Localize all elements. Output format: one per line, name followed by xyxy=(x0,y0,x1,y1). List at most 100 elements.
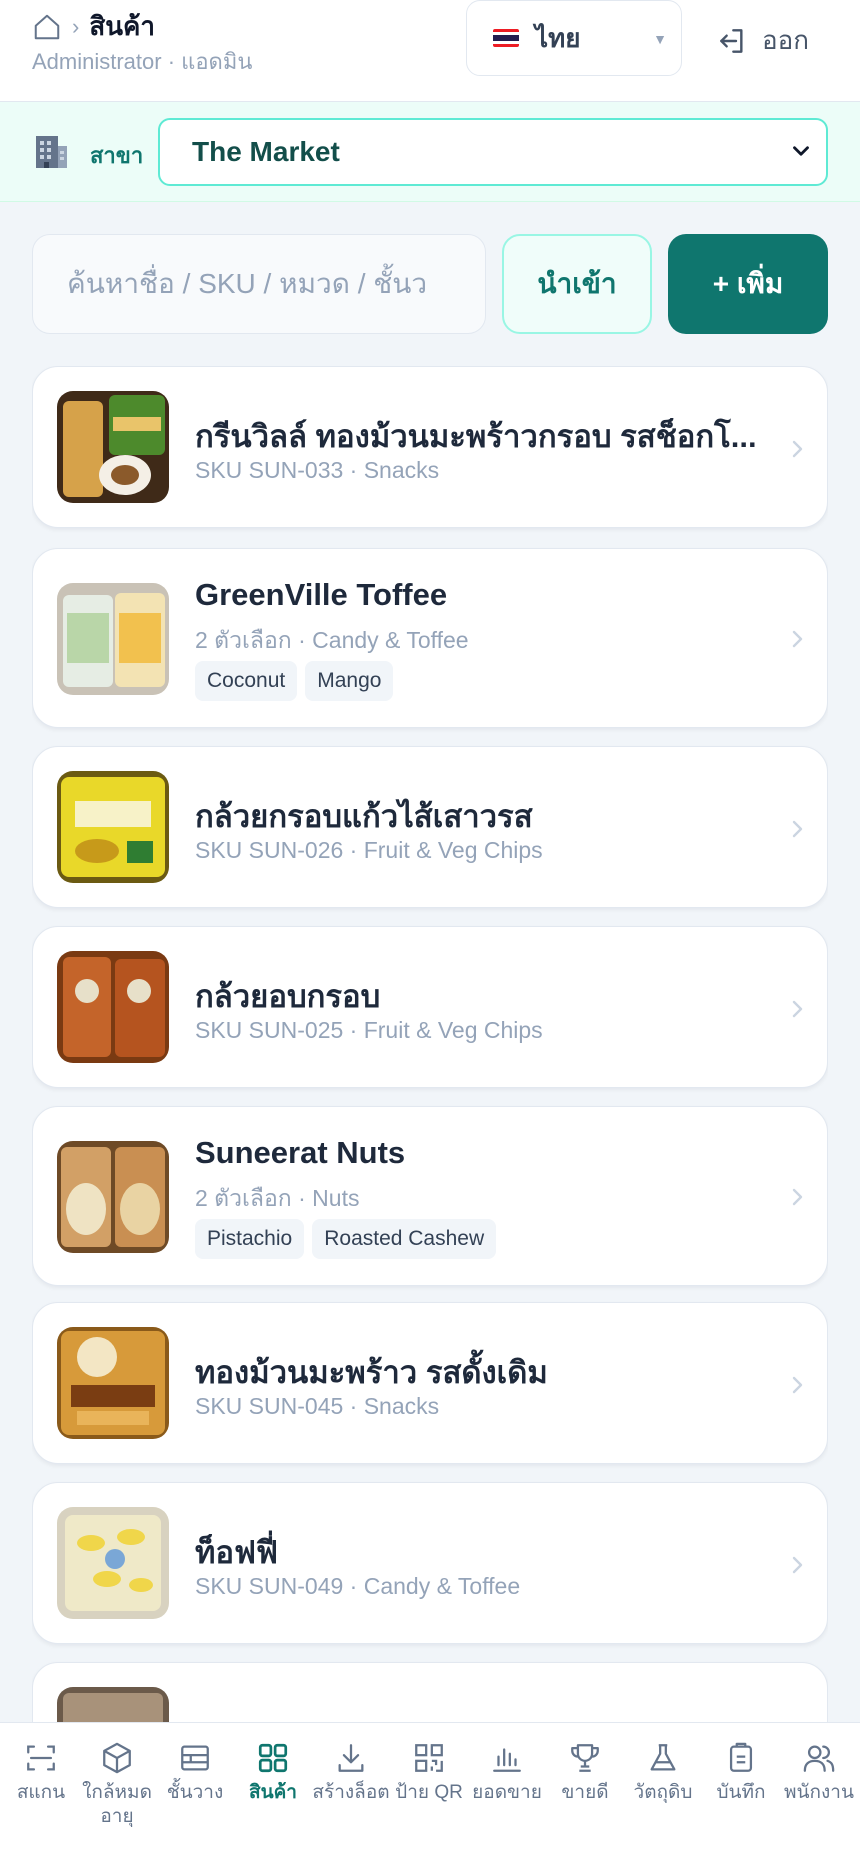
logout-label: ออก xyxy=(762,25,809,55)
nav-item-log[interactable]: บันทึก xyxy=(702,1741,780,1805)
product-list[interactable]: กรีนวิลล์ ทองม้วนมะพร้าวกรอบ รสช็อกโ... … xyxy=(32,366,828,1722)
nav-item-best-sellers[interactable]: ขายดี xyxy=(546,1741,624,1805)
product-meta: SKU SUN-033 · Snacks xyxy=(195,457,440,483)
users-icon xyxy=(803,1745,835,1772)
bottom-nav: สแกน ใกล้หมด อายุ ชั้นวาง สินค้า สร้างล็… xyxy=(0,1722,860,1864)
branch-bar: สาขา The Market xyxy=(0,102,860,202)
chevron-down-icon xyxy=(793,146,809,156)
nav-item-qr-labels[interactable]: ป้าย QR xyxy=(390,1741,468,1805)
product-meta: SKU SUN-049 · Candy & Toffee xyxy=(195,1573,521,1599)
nav-label: สร้างล็อต xyxy=(312,1782,390,1803)
product-card[interactable]: กรีนวิลล์ ทองม้วนมะพร้าวกรอบ รสช็อกโ... … xyxy=(32,366,828,528)
nav-item-staff[interactable]: พนักงาน xyxy=(780,1741,858,1805)
product-name: กรีนวิลล์ ทองม้วนมะพร้าวกรอบ รสช็อกโ... xyxy=(195,419,757,454)
product-name: กล้วยกรอบแก้วไส้เสาวรส xyxy=(195,799,533,834)
variant-tags: Pistachio Roasted Cashew xyxy=(195,1219,497,1259)
product-name: ท็อฟฟี่ xyxy=(195,1535,278,1570)
nav-label: วัตถุดิบ xyxy=(633,1782,693,1803)
caret-down-icon: ▼ xyxy=(653,31,667,47)
product-card[interactable]: ทองม้วนมะพร้าว รสดั้งเดิม SKU SUN-045 · … xyxy=(32,1302,828,1464)
product-name: GreenVille Toffee xyxy=(195,577,448,612)
nav-item-sales[interactable]: ยอดขาย xyxy=(468,1741,546,1805)
product-card[interactable]: GreenVille Toffee 2 ตัวเลือก · Candy & T… xyxy=(32,548,828,728)
nav-label: ใกล้หมด อายุ xyxy=(82,1782,152,1827)
variant-tag: Coconut xyxy=(195,661,298,701)
product-card[interactable]: ท็อฟฟี่ SKU SUN-049 · Candy & Toffee xyxy=(32,1482,828,1644)
nav-label: ยอดขาย xyxy=(472,1782,542,1803)
branch-selected-value: The Market xyxy=(192,136,340,167)
qr-icon xyxy=(415,1744,443,1772)
product-card[interactable]: กล้วยกรอบแก้วไส้เสาวรส SKU SUN-026 · Fru… xyxy=(32,746,828,908)
grid-icon xyxy=(258,1743,288,1773)
language-select[interactable]: ไทย ▼ xyxy=(466,0,682,76)
product-card[interactable] xyxy=(32,1662,828,1722)
nav-label: สแกน xyxy=(16,1782,66,1803)
nav-label: ชั้นวาง xyxy=(166,1782,224,1803)
chevron-right-icon xyxy=(792,630,803,648)
branch-label: สาขา xyxy=(90,143,144,168)
nav-item-products[interactable]: สินค้า xyxy=(234,1741,312,1805)
nav-label: ขายดี xyxy=(561,1782,609,1803)
chevron-right-icon xyxy=(792,1188,803,1206)
chevron-right-icon xyxy=(792,820,803,838)
variant-tag: Roasted Cashew xyxy=(312,1219,497,1259)
product-thumbnail xyxy=(57,1141,169,1253)
trophy-icon xyxy=(571,1744,599,1772)
nav-label: สินค้า xyxy=(249,1782,297,1803)
product-meta: SKU SUN-026 · Fruit & Veg Chips xyxy=(195,837,543,863)
nav-item-scan[interactable]: สแกน xyxy=(2,1741,80,1805)
product-thumbnail xyxy=(57,1687,169,1722)
product-meta: SKU SUN-045 · Snacks xyxy=(195,1393,440,1419)
nav-item-expiring[interactable]: ใกล้หมด อายุ xyxy=(78,1741,156,1829)
flask-icon xyxy=(650,1744,676,1771)
product-thumbnail xyxy=(57,1327,169,1439)
shelf-icon xyxy=(181,1745,209,1771)
chevron-right-icon: › xyxy=(72,13,80,39)
product-thumbnail xyxy=(57,583,169,695)
nav-label: บันทึก xyxy=(716,1782,766,1803)
nav-item-create-lot[interactable]: สร้างล็อต xyxy=(312,1741,390,1805)
product-meta: 2 ตัวเลือก · Nuts xyxy=(195,1185,360,1211)
breadcrumb: › สินค้า xyxy=(32,6,155,47)
nav-label: พนักงาน xyxy=(784,1782,854,1803)
user-role: Administrator · แอดมิน xyxy=(32,49,253,74)
nav-item-shelves[interactable]: ชั้นวาง xyxy=(156,1741,234,1805)
box-icon xyxy=(103,1742,131,1774)
scan-icon xyxy=(27,1745,55,1771)
product-thumbnail xyxy=(57,951,169,1063)
chevron-right-icon xyxy=(792,440,803,458)
product-thumbnail xyxy=(57,391,169,503)
app-header: › สินค้า Administrator · แอดมิน ไทย ▼ ออ… xyxy=(0,0,860,102)
product-name: ทองม้วนมะพร้าว รสดั้งเดิม xyxy=(195,1355,548,1390)
page-title: สินค้า xyxy=(89,11,155,41)
add-product-button[interactable]: + เพิ่ม xyxy=(668,234,828,334)
thai-flag-icon xyxy=(493,29,519,47)
logout-button[interactable]: ออก xyxy=(716,20,809,61)
chevron-right-icon xyxy=(792,1000,803,1018)
variant-tags: Coconut Mango xyxy=(195,661,394,701)
chevron-right-icon xyxy=(792,1556,803,1574)
product-meta: 2 ตัวเลือก · Candy & Toffee xyxy=(195,627,469,653)
product-name: Suneerat Nuts xyxy=(195,1135,406,1170)
building-icon xyxy=(36,136,67,168)
product-card[interactable]: กล้วยอบกรอบ SKU SUN-025 · Fruit & Veg Ch… xyxy=(32,926,828,1088)
home-icon[interactable] xyxy=(32,12,62,42)
import-button[interactable]: นำเข้า xyxy=(502,234,652,334)
download-icon xyxy=(338,1744,364,1772)
logout-icon xyxy=(720,28,743,53)
nav-item-ingredients[interactable]: วัตถุดิบ xyxy=(624,1741,702,1805)
chevron-right-icon xyxy=(792,1376,803,1394)
product-thumbnail xyxy=(57,771,169,883)
variant-tag: Pistachio xyxy=(195,1219,305,1259)
product-card[interactable]: Suneerat Nuts 2 ตัวเลือก · Nuts Pistachi… xyxy=(32,1106,828,1286)
nav-label: ป้าย QR xyxy=(395,1782,463,1803)
product-meta: SKU SUN-025 · Fruit & Veg Chips xyxy=(195,1017,543,1043)
branch-select[interactable]: The Market xyxy=(158,118,828,186)
variant-tag: Mango xyxy=(305,661,394,701)
product-thumbnail xyxy=(57,1507,169,1619)
clipboard-icon xyxy=(729,1742,753,1772)
search-input[interactable] xyxy=(32,234,486,334)
bar-chart-icon xyxy=(493,1748,521,1772)
product-name: กล้วยอบกรอบ xyxy=(195,979,381,1014)
language-label: ไทย xyxy=(535,22,581,53)
